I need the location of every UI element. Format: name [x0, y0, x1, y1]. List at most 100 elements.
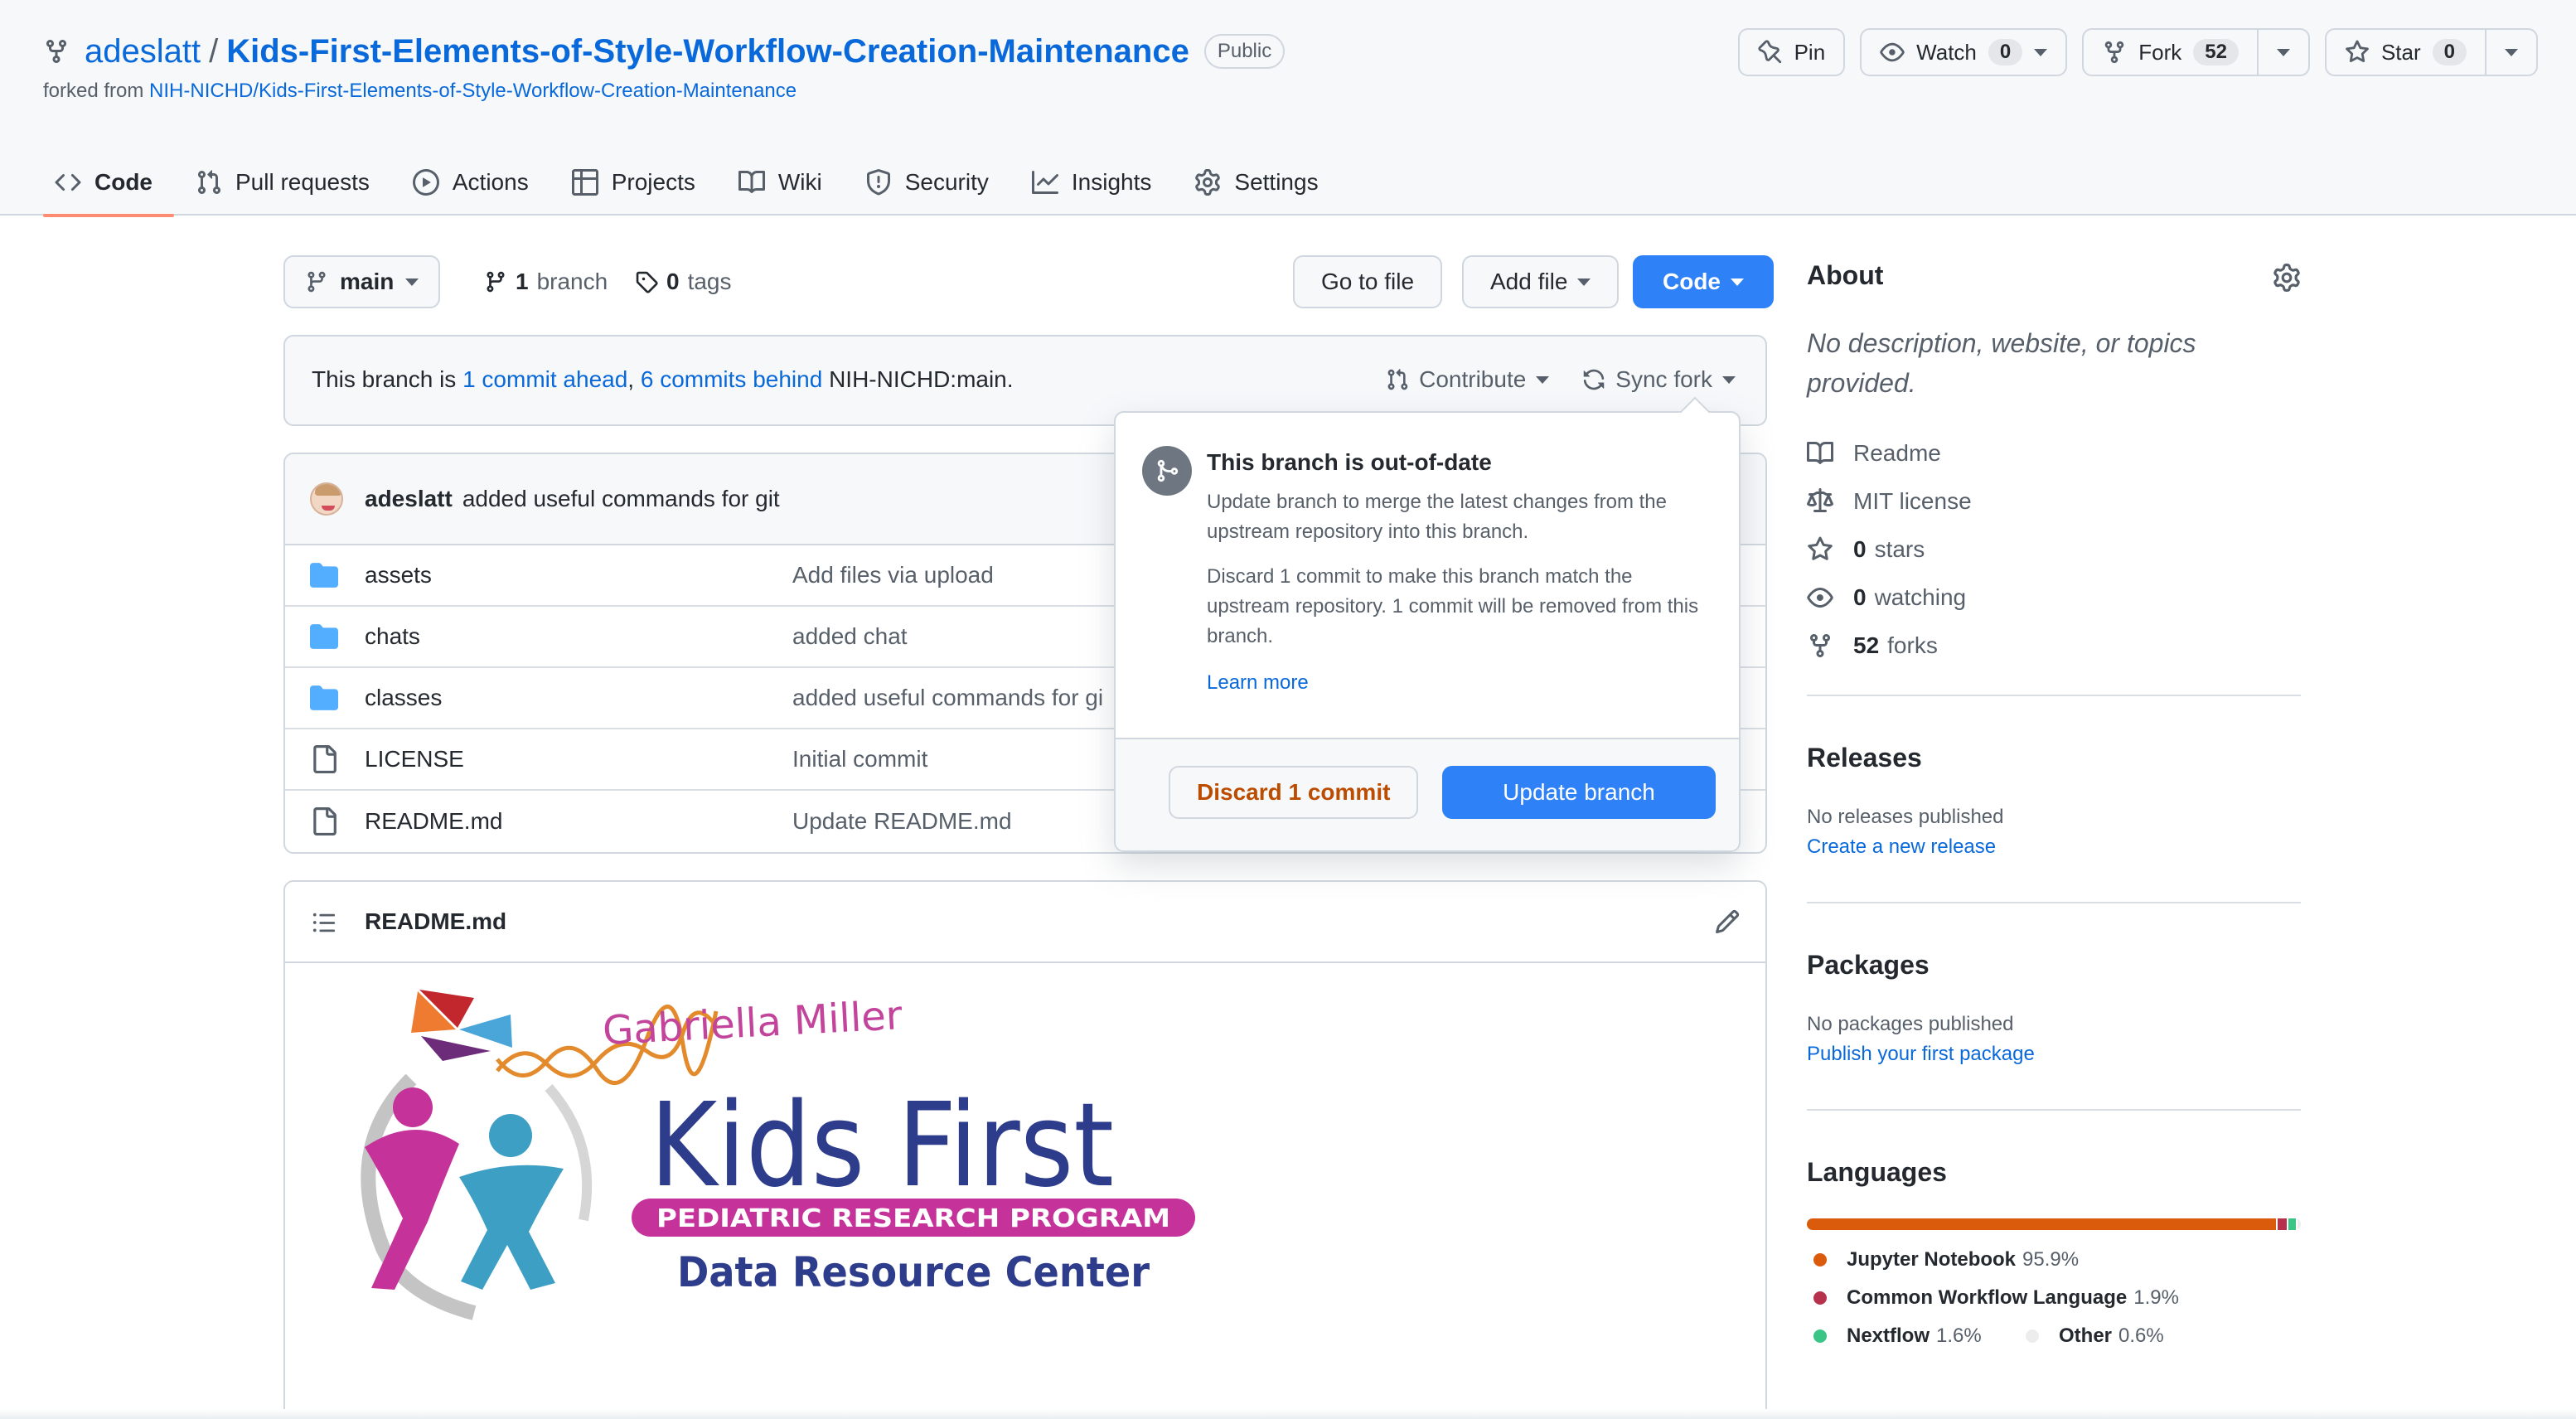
- language-item-cwl[interactable]: Common Workflow Language 1.9%: [1807, 1286, 2179, 1310]
- popover-title: This branch is out-of-date: [1207, 449, 1492, 475]
- packages-heading[interactable]: Packages: [1807, 950, 1930, 981]
- commits-behind-link[interactable]: 6 commits behind: [641, 366, 822, 392]
- forked-from-link[interactable]: NIH-NICHD/Kids-First-Elements-of-Style-W…: [149, 80, 797, 102]
- tab-actions[interactable]: Actions: [391, 149, 550, 216]
- file-name-link[interactable]: classes: [365, 685, 442, 711]
- fork-dropdown-button[interactable]: [2256, 30, 2308, 75]
- folder-icon: [310, 685, 338, 710]
- file-commit-message[interactable]: Add files via upload: [792, 562, 994, 588]
- language-item-jupyter[interactable]: Jupyter Notebook 95.9%: [1807, 1248, 2079, 1271]
- language-name: Other: [2059, 1325, 2113, 1347]
- tab-security[interactable]: Security: [844, 149, 1010, 216]
- eye-icon: [1880, 42, 1905, 62]
- learn-more-link[interactable]: Learn more: [1207, 671, 1309, 695]
- language-item-other: Other 0.6%: [2019, 1325, 2164, 1348]
- list-unordered-icon[interactable]: [312, 910, 337, 935]
- readme-title-link[interactable]: README.md: [365, 908, 506, 935]
- book-icon: [738, 170, 765, 193]
- commit-author-link[interactable]: adeslatt: [365, 486, 453, 512]
- file-commit-message[interactable]: added useful commands for gi: [792, 685, 1103, 711]
- stars-count: 0: [1853, 536, 1867, 562]
- repo-tabs: Code Pull requests Actions Projects Wiki…: [43, 149, 1340, 217]
- code-button[interactable]: Code: [1633, 255, 1774, 308]
- fork-button[interactable]: Fork 52: [2082, 28, 2310, 76]
- popover-update-text: Update branch to merge the latest change…: [1207, 491, 1667, 543]
- pencil-icon[interactable]: [1714, 908, 1741, 935]
- file-name-link[interactable]: chats: [365, 623, 420, 650]
- language-dot-icon: [1813, 1329, 1827, 1343]
- commits-ahead-link[interactable]: 1 commit ahead: [462, 366, 627, 392]
- repo-name-link[interactable]: Kids-First-Elements-of-Style-Workflow-Cr…: [226, 33, 1189, 70]
- about-description: No description, website, or topics provi…: [1807, 328, 2196, 398]
- repo-separator: /: [209, 32, 219, 70]
- star-button[interactable]: Star 0: [2324, 28, 2538, 76]
- create-release-link[interactable]: Create a new release: [1807, 835, 1996, 859]
- language-item-nextflow[interactable]: Nextflow 1.6%: [1807, 1325, 1982, 1348]
- sync-fork-label: Sync fork: [1615, 366, 1712, 392]
- branches-link[interactable]: 1 branch: [484, 255, 608, 308]
- pin-button[interactable]: Pin: [1737, 28, 1846, 76]
- publish-package-link[interactable]: Publish your first package: [1807, 1043, 2035, 1066]
- language-bar-segment: [2298, 1218, 2301, 1230]
- commit-message-link[interactable]: added useful commands for git: [462, 486, 780, 512]
- tags-link[interactable]: 0 tags: [635, 255, 732, 308]
- window-bottom-edge: [0, 1409, 2576, 1419]
- add-file-button[interactable]: Add file: [1462, 255, 1620, 308]
- file-commit-message[interactable]: Update README.md: [792, 808, 1012, 835]
- tab-settings[interactable]: Settings: [1173, 149, 1339, 216]
- tab-insights[interactable]: Insights: [1010, 149, 1174, 216]
- tab-pull-requests[interactable]: Pull requests: [174, 149, 391, 216]
- license-link-label: MIT license: [1853, 488, 1972, 514]
- contribute-button[interactable]: Contribute: [1386, 366, 1550, 393]
- fork-icon: [2105, 41, 2124, 64]
- watch-label: Watch: [1916, 39, 1977, 65]
- star-dropdown-button[interactable]: [2485, 30, 2536, 75]
- tab-wiki[interactable]: Wiki: [717, 149, 844, 216]
- forked-from: forked from NIH-NICHD/Kids-First-Element…: [43, 80, 797, 103]
- logo-banner-text: PEDIATRIC RESEARCH PROGRAM: [656, 1204, 1170, 1233]
- popover-discard-text: Discard 1 commit to make this branch mat…: [1207, 565, 1699, 647]
- readme-link[interactable]: Readme: [1807, 429, 1972, 477]
- forks-link[interactable]: 52 forks: [1807, 622, 1972, 670]
- watch-button[interactable]: Watch 0: [1860, 28, 2068, 76]
- update-branch-button[interactable]: Update branch: [1442, 766, 1716, 819]
- forked-from-prefix: forked from: [43, 80, 144, 102]
- repo-forked-icon: [46, 40, 66, 64]
- repo-owner-link[interactable]: adeslatt: [85, 33, 201, 70]
- table-icon: [571, 169, 598, 196]
- contribute-caret-icon: [1536, 375, 1550, 384]
- language-percent: 1.9%: [2133, 1286, 2179, 1309]
- file-icon: [313, 807, 337, 835]
- folder-icon: [310, 563, 338, 588]
- license-link[interactable]: MIT license: [1807, 477, 1972, 525]
- git-pull-request-icon: [1387, 369, 1408, 390]
- book-icon: [1807, 441, 1833, 464]
- packages-empty-text: No packages published: [1807, 1013, 2014, 1035]
- code-caret-icon: [1731, 278, 1744, 286]
- branch-count: 1: [516, 269, 529, 294]
- discard-commit-button[interactable]: Discard 1 commit: [1169, 766, 1419, 819]
- fork-icon: [1810, 634, 1830, 658]
- visibility-badge: Public: [1203, 34, 1286, 69]
- sync-fork-button[interactable]: Sync fork: [1582, 366, 1736, 393]
- pin-icon: [1758, 40, 1781, 64]
- tab-insights-label: Insights: [1071, 169, 1152, 195]
- watching-link[interactable]: 0 watching: [1807, 574, 1972, 622]
- avatar[interactable]: [310, 482, 343, 516]
- gear-icon[interactable]: [2273, 264, 2301, 292]
- go-to-file-button[interactable]: Go to file: [1293, 255, 1443, 308]
- tab-code[interactable]: Code: [43, 149, 174, 217]
- language-dot-icon: [1813, 1291, 1827, 1305]
- file-name-link[interactable]: assets: [365, 562, 432, 588]
- file-name-link[interactable]: README.md: [365, 808, 502, 835]
- repo-title: adeslatt / Kids-First-Elements-of-Style-…: [43, 28, 1286, 75]
- file-commit-message[interactable]: added chat: [792, 623, 908, 650]
- language-name: Nextflow: [1847, 1325, 1930, 1347]
- tab-projects[interactable]: Projects: [550, 149, 717, 216]
- file-name-link[interactable]: LICENSE: [365, 746, 464, 772]
- releases-heading[interactable]: Releases: [1807, 743, 1922, 773]
- stars-link[interactable]: 0 stars: [1807, 525, 1972, 574]
- file-commit-message[interactable]: Initial commit: [792, 746, 927, 772]
- branch-select-button[interactable]: main: [283, 255, 441, 308]
- git-branch-icon: [487, 271, 505, 293]
